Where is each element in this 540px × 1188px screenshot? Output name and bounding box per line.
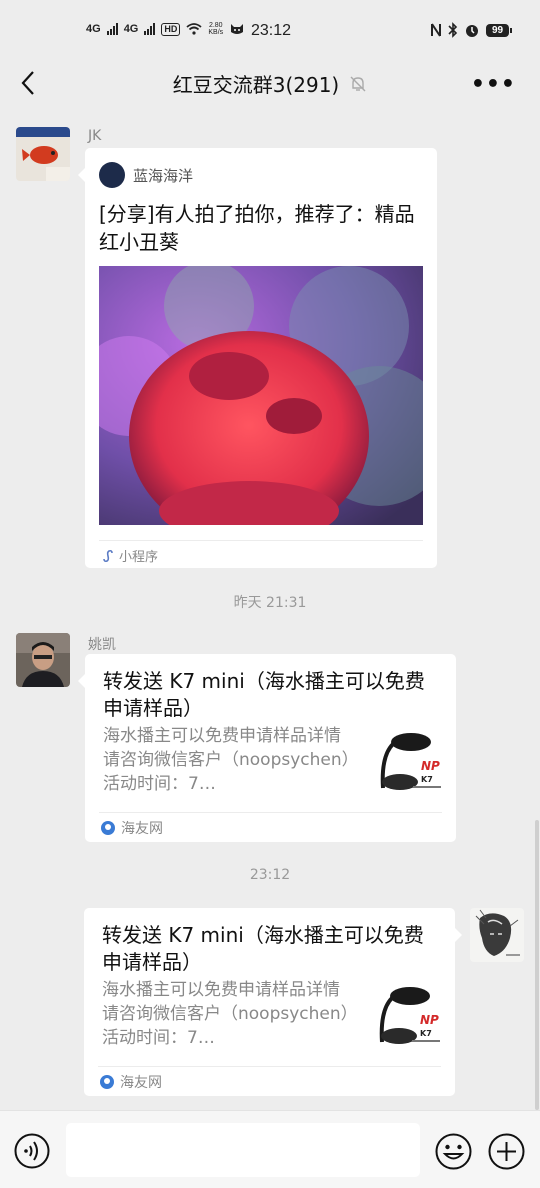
alarm-icon — [466, 25, 478, 37]
site-logo-icon — [101, 821, 115, 835]
signal-bars-icon — [106, 23, 118, 35]
sender-name: 姚凯 — [88, 637, 116, 653]
link-description: 海水播主可以免费申请样品详情请咨询微信客户（noopsychen）活动时间：7… — [102, 980, 350, 1048]
message-input[interactable] — [66, 1123, 420, 1177]
avatar-yaokai-image — [16, 633, 70, 687]
mute-bell-icon — [350, 76, 366, 91]
cat-icon — [231, 24, 244, 34]
source-name: 蓝海海洋 — [133, 166, 194, 185]
svg-text:K7: K7 — [421, 775, 433, 784]
mini-program-source: 蓝海海洋 — [99, 162, 193, 188]
signal-bars-icon-2 — [144, 23, 156, 35]
signal-2: 4G — [123, 23, 139, 35]
sender-name: JK — [88, 128, 102, 144]
mini-program-title: [分享]有人拍了拍你，推荐了：精品红小丑葵 — [99, 202, 415, 254]
avatar-jk-image — [16, 127, 70, 181]
status-bar: 4G 4G HD 2.80 KB/s 23:12 99 — [0, 0, 540, 60]
input-bar — [0, 1110, 540, 1188]
plus-icon[interactable] — [488, 1133, 525, 1170]
site-name: 海友网 — [121, 821, 163, 837]
hd-badge: HD — [161, 22, 181, 36]
link-card[interactable]: 转发送 K7 mini（海水播主可以免费申请样品） 海水播主可以免费申请样品详情… — [78, 654, 456, 842]
signal-1: 4G — [86, 23, 101, 35]
anemone-image — [99, 266, 423, 525]
mini-program-card[interactable]: 蓝海海洋 [分享]有人拍了拍你，推荐了：精品红小丑葵 小程序 — [78, 148, 437, 568]
status-time: 23:12 — [251, 22, 292, 39]
link-title: 转发送 K7 mini（海水播主可以免费申请样品） — [102, 923, 424, 974]
chat-title: 红豆交流群3(291) — [0, 69, 540, 98]
avatar-self-image — [470, 908, 524, 962]
card-divider — [99, 540, 423, 541]
link-description: 海水播主可以免费申请样品详情请咨询微信客户（noopsychen）活动时间：7… — [103, 726, 351, 794]
group-name: 红豆交流群3(291) — [172, 73, 340, 97]
mini-program-footer: 小程序 — [101, 546, 158, 565]
time-divider: 23:12 — [249, 867, 291, 883]
link-footer: 海友网 — [101, 818, 163, 838]
wifi-icon — [186, 23, 202, 35]
mini-program-label: 小程序 — [119, 550, 159, 565]
svg-text:NP: NP — [420, 1013, 439, 1027]
card-divider — [99, 812, 442, 813]
link-title: 转发送 K7 mini（海水播主可以免费申请样品） — [103, 669, 425, 720]
card-divider — [98, 1066, 441, 1067]
product-thumbnail: NP K7 — [372, 980, 442, 1052]
link-footer: 海友网 — [100, 1072, 162, 1092]
chat-header: 红豆交流群3(291) ••• — [0, 60, 540, 106]
more-options-button[interactable]: ••• — [471, 72, 516, 97]
avatar-yaokai[interactable] — [16, 633, 70, 687]
net-speed: 2.80 KB/s — [208, 22, 224, 36]
status-left: 4G 4G HD 2.80 KB/s — [86, 22, 245, 36]
voice-input-icon[interactable] — [14, 1133, 50, 1169]
bluetooth-icon — [448, 22, 458, 38]
time-divider: 昨天 21:31 — [233, 595, 307, 611]
svg-text:K7: K7 — [420, 1029, 432, 1038]
site-logo-icon — [100, 1075, 114, 1089]
avatar-jk[interactable] — [16, 127, 70, 181]
nfc-icon — [431, 23, 441, 37]
status-right: 99 — [430, 22, 513, 38]
source-logo-icon — [99, 162, 125, 188]
scrollbar[interactable] — [535, 820, 539, 1110]
battery-icon: 99 — [486, 23, 513, 37]
emoji-icon[interactable] — [435, 1133, 472, 1170]
site-name: 海友网 — [120, 1075, 162, 1091]
mini-program-icon — [103, 549, 113, 562]
svg-text:NP: NP — [421, 759, 440, 773]
avatar-self[interactable] — [470, 908, 524, 962]
link-card-self[interactable]: 转发送 K7 mini（海水播主可以免费申请样品） 海水播主可以免费申请样品详情… — [84, 908, 462, 1096]
product-thumbnail: NP K7 — [373, 726, 443, 798]
